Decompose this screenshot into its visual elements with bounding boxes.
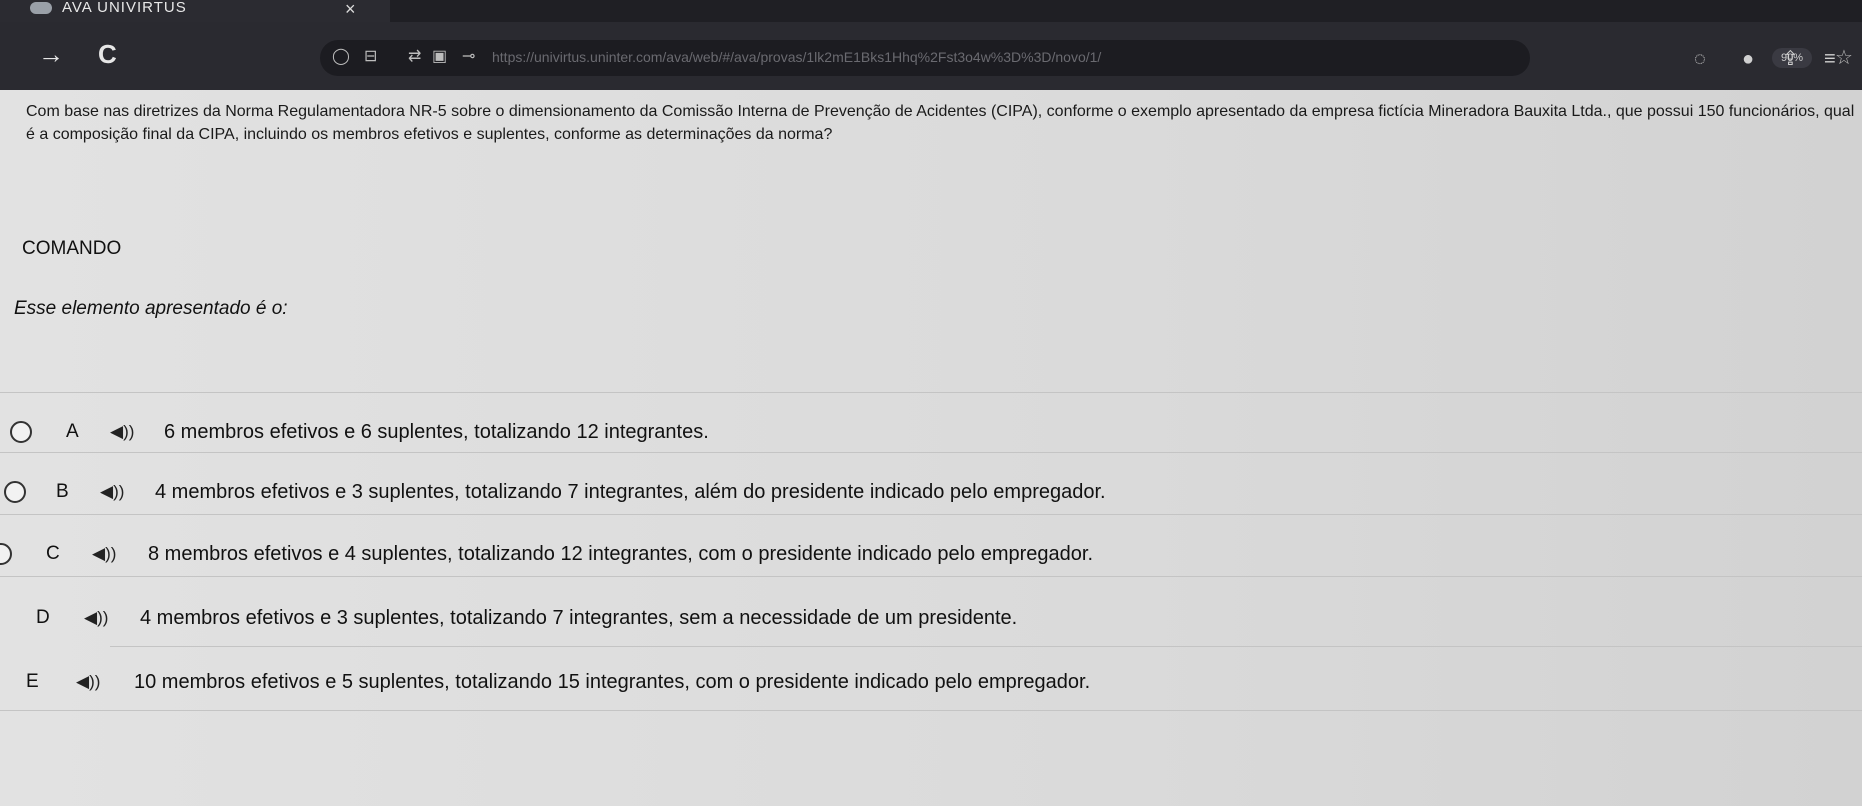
divider	[0, 576, 1862, 577]
option-d[interactable]: D ◀)) 4 membros efetivos e 3 suplentes, …	[0, 598, 1862, 638]
forward-button[interactable]: →	[38, 40, 64, 68]
divider	[0, 452, 1862, 453]
key-icon: ⊸	[462, 48, 476, 65]
divider	[0, 514, 1862, 515]
pocket-icon[interactable]: ◌	[1694, 48, 1706, 70]
speaker-icon[interactable]: ◀))	[84, 608, 108, 628]
question-text: Com base nas diretrizes da Norma Regulam…	[26, 103, 1855, 143]
option-b-radio[interactable]	[4, 481, 26, 503]
speaker-icon[interactable]: ◀))	[76, 672, 100, 692]
shield-icon: ◯	[332, 48, 350, 65]
browser-tab[interactable]: AVA UNIVIRTUS ×	[0, 0, 390, 22]
option-text: 10 membros efetivos e 5 suplentes, total…	[134, 670, 1091, 693]
reload-button[interactable]: C	[98, 40, 117, 68]
tab-title: AVA UNIVIRTUS	[62, 0, 187, 16]
option-e[interactable]: E ◀)) 10 membros efetivos e 5 suplentes,…	[0, 662, 1862, 702]
option-a[interactable]: A ◀)) 6 membros efetivos e 6 suplentes, …	[0, 412, 1862, 452]
address-bar[interactable]: ◯ ⊟ ⇄ ▣ ⊸ https://univirtus.uninter.com/…	[320, 40, 1853, 76]
tab-close-icon[interactable]: ×	[345, 0, 356, 18]
option-letter: B	[56, 481, 69, 502]
option-letter: E	[26, 671, 39, 692]
lock-icon: ⊟	[364, 48, 378, 65]
account-icon[interactable]: ●	[1742, 48, 1754, 70]
question-stem: Esse elemento apresentado é o:	[14, 298, 288, 319]
bookmark-star-icon[interactable]: ☆	[1835, 45, 1853, 70]
speaker-icon[interactable]: ◀))	[100, 482, 124, 502]
option-letter: C	[46, 543, 60, 564]
divider	[0, 392, 1862, 393]
option-letter: A	[66, 421, 79, 442]
menu-icon[interactable]: ≡	[1824, 48, 1836, 70]
option-text: 6 membros efetivos e 6 suplentes, totali…	[164, 420, 709, 443]
option-a-radio[interactable]	[10, 421, 32, 443]
permissions-icon: ⇄	[408, 48, 422, 65]
option-text: 8 membros efetivos e 4 suplentes, totali…	[148, 542, 1094, 565]
divider	[0, 710, 1862, 711]
tab-bar: AVA UNIVIRTUS ×	[0, 0, 1862, 22]
divider	[110, 646, 1862, 647]
option-c[interactable]: C ◀)) 8 membros efetivos e 4 suplentes, …	[0, 534, 1862, 574]
browser-toolbar: → C ◯ ⊟ ⇄ ▣ ⊸ https://univirtus.uninter.…	[0, 22, 1862, 90]
option-b[interactable]: B ◀)) 4 membros efetivos e 3 suplentes, …	[0, 472, 1862, 512]
reader-icon: ▣	[432, 48, 448, 65]
univirtus-logo-icon	[30, 2, 52, 14]
option-text: 4 membros efetivos e 3 suplentes, totali…	[140, 606, 1018, 629]
exam-page: Com base nas diretrizes da Norma Regulam…	[0, 90, 1862, 806]
command-label: COMANDO	[22, 238, 122, 259]
option-c-radio[interactable]	[0, 543, 12, 565]
option-text: 4 membros efetivos e 3 suplentes, totali…	[155, 480, 1106, 503]
speaker-icon[interactable]: ◀))	[92, 544, 116, 564]
url-text: https://univirtus.uninter.com/ava/web/#/…	[492, 49, 1102, 65]
option-letter: D	[36, 607, 50, 628]
speaker-icon[interactable]: ◀))	[110, 422, 134, 442]
extensions-icon[interactable]: ⇪	[1782, 48, 1799, 70]
